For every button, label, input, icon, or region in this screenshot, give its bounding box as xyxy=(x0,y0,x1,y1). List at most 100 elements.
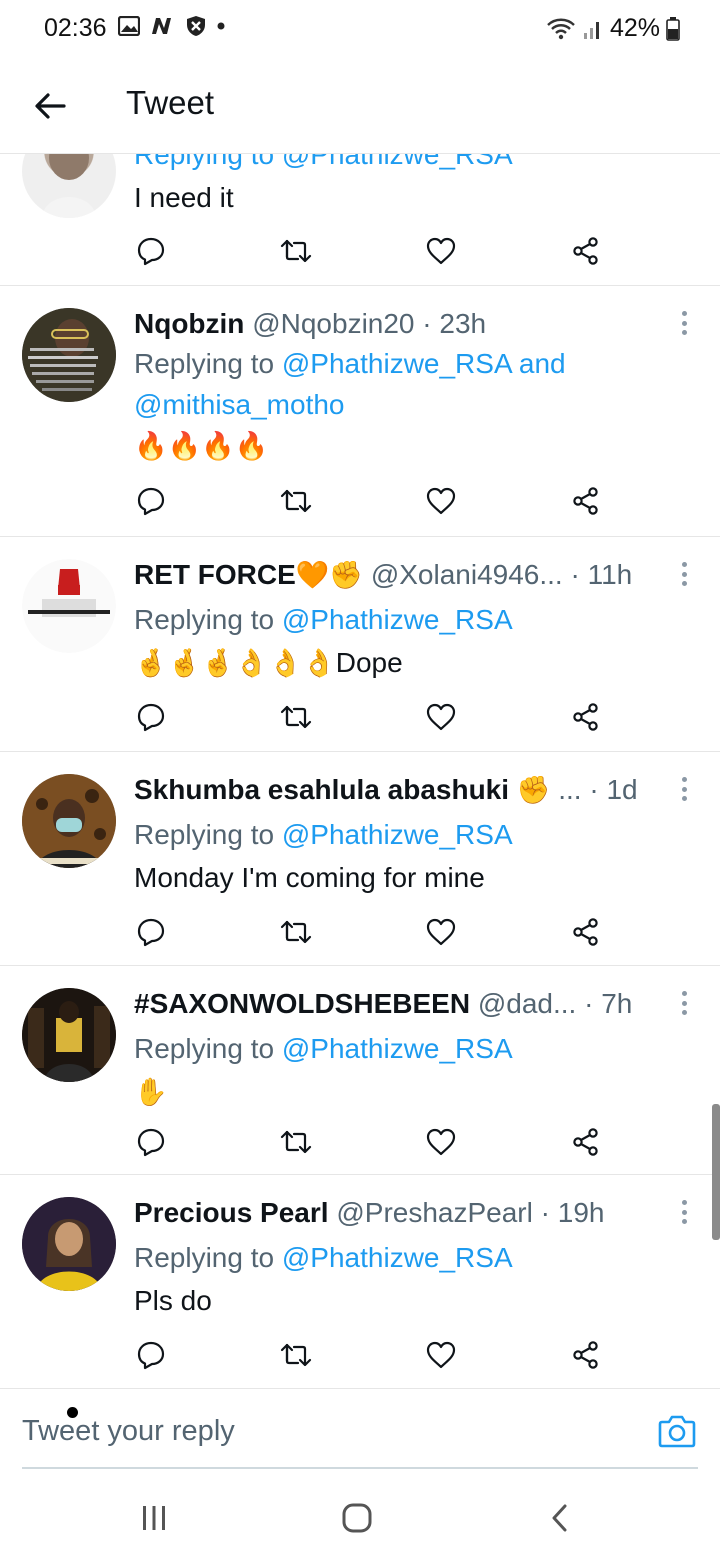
avatar[interactable] xyxy=(22,308,116,402)
raised-hand-emoji: ✋ xyxy=(134,1077,168,1107)
avatar[interactable] xyxy=(22,988,116,1082)
replying-to: Replying to @Phathizwe_RSA and @mithisa_… xyxy=(134,343,566,425)
replies-feed[interactable]: Replying to @Phathizwe_RSA I need it Nqo… xyxy=(0,154,720,1388)
avatar[interactable] xyxy=(22,1197,116,1291)
avatar[interactable] xyxy=(22,559,116,653)
reply-button[interactable] xyxy=(131,697,171,737)
reply-button[interactable] xyxy=(131,231,171,271)
reply-button[interactable] xyxy=(131,912,171,952)
shield-icon xyxy=(187,16,205,36)
tweet-item[interactable]: Precious Pearl @PreshazPearl · 19h Reply… xyxy=(0,1175,720,1388)
like-button[interactable] xyxy=(421,912,461,952)
tweet-item[interactable]: RET FORCE🧡✊ @Xolani4946... · 11h Replyin… xyxy=(0,537,720,752)
replying-to: Replying to @Phathizwe_RSA xyxy=(134,1028,513,1069)
display-name[interactable]: Nqobzin xyxy=(134,308,244,339)
share-button[interactable] xyxy=(566,231,606,271)
mention-link[interactable]: @Phathizwe_RSA xyxy=(282,604,513,635)
avatar[interactable] xyxy=(22,774,116,868)
mention-link[interactable]: @Phathizwe_RSA xyxy=(282,819,513,850)
news-icon xyxy=(152,18,171,34)
mention-link[interactable]: Replying to @Phathizwe_RSA xyxy=(134,154,513,170)
retweet-button[interactable] xyxy=(276,912,316,952)
username[interactable]: ... xyxy=(558,774,581,805)
retweet-button[interactable] xyxy=(276,481,316,521)
tweet-text: 🔥🔥🔥🔥 xyxy=(134,426,268,466)
like-button[interactable] xyxy=(421,1335,461,1375)
username[interactable]: @Nqobzin20 xyxy=(252,308,414,339)
share-button[interactable] xyxy=(566,481,606,521)
tweet-actions xyxy=(134,912,614,952)
tweet-text: I need it xyxy=(134,182,234,213)
retweet-button[interactable] xyxy=(276,697,316,737)
more-options-button[interactable] xyxy=(674,774,694,804)
more-options-button[interactable] xyxy=(674,988,694,1018)
mention-link[interactable]: @Phathizwe_RSA xyxy=(282,1242,513,1273)
display-name[interactable]: RET FORCE xyxy=(134,559,296,590)
heart-icon xyxy=(426,703,456,731)
mention-link[interactable]: @mithisa_motho xyxy=(134,389,345,420)
heart-icon xyxy=(426,1128,456,1156)
replying-to-prefix: Replying to xyxy=(134,819,282,850)
tweet-item[interactable]: #SAXONWOLDSHEBEEN @dad... · 7h Replying … xyxy=(0,966,720,1175)
reply-input[interactable] xyxy=(22,1415,582,1448)
wifi-icon xyxy=(547,18,575,39)
like-button[interactable] xyxy=(421,1122,461,1162)
tweet-item[interactable]: Skhumba esahlula abashuki ✊ ... · 1d Rep… xyxy=(0,752,720,966)
share-button[interactable] xyxy=(566,1335,606,1375)
reply-button[interactable] xyxy=(131,481,171,521)
tweet-text: 🤞🤞🤞👌👌👌Dope xyxy=(134,643,403,683)
retweet-button[interactable] xyxy=(276,231,316,271)
name-emojis: ✊ xyxy=(516,775,551,805)
reply-icon xyxy=(137,237,165,266)
body-emojis: 🤞🤞🤞👌👌👌 xyxy=(134,648,336,678)
mention-link[interactable]: @Phathizwe_RSA xyxy=(282,348,511,379)
home-icon xyxy=(342,1503,372,1533)
more-options-button[interactable] xyxy=(674,1197,694,1227)
more-options-button[interactable] xyxy=(674,308,694,338)
share-button[interactable] xyxy=(566,697,606,737)
retweet-button[interactable] xyxy=(276,1335,316,1375)
display-name[interactable]: Precious Pearl xyxy=(134,1197,329,1228)
display-name[interactable]: Skhumba esahlula abashuki xyxy=(134,774,509,805)
share-button[interactable] xyxy=(566,912,606,952)
share-button[interactable] xyxy=(566,1122,606,1162)
username[interactable]: @Xolani4946... xyxy=(371,559,563,590)
dot-icon xyxy=(217,22,225,30)
status-bar: 02:36 42% xyxy=(0,0,720,58)
heart-icon xyxy=(426,918,456,946)
tweet-item[interactable]: Replying to @Phathizwe_RSA I need it xyxy=(0,154,720,286)
home-button[interactable] xyxy=(337,1500,377,1536)
retweet-icon xyxy=(280,1130,312,1154)
replying-to-prefix: Replying to xyxy=(134,348,282,379)
reply-icon xyxy=(137,1128,165,1157)
heart-icon xyxy=(426,1341,456,1369)
battery-icon xyxy=(666,16,680,41)
tweet-actions xyxy=(134,1335,614,1375)
recent-apps-button[interactable] xyxy=(134,1500,174,1536)
mention-link[interactable]: @Phathizwe_RSA xyxy=(282,1033,513,1064)
back-button[interactable] xyxy=(28,84,72,128)
tweet-item[interactable]: Nqobzin @Nqobzin20 · 23h Replying to @Ph… xyxy=(0,286,720,537)
tweet-time: · 11h xyxy=(570,559,633,590)
avatar[interactable] xyxy=(22,154,116,218)
app-header: Tweet xyxy=(0,58,720,154)
reply-button[interactable] xyxy=(131,1122,171,1162)
like-button[interactable] xyxy=(421,231,461,271)
heart-icon xyxy=(426,487,456,515)
username[interactable]: @PreshazPearl xyxy=(336,1197,533,1228)
more-options-button[interactable] xyxy=(674,559,694,589)
tweet-header: Precious Pearl @PreshazPearl · 19h xyxy=(134,1197,664,1229)
like-button[interactable] xyxy=(421,697,461,737)
replying-to-and[interactable]: and xyxy=(511,348,566,379)
arrow-left-icon xyxy=(35,93,66,119)
retweet-icon xyxy=(280,489,312,513)
retweet-icon xyxy=(280,239,312,263)
display-name[interactable]: #SAXONWOLDSHEBEEN xyxy=(134,988,470,1019)
reply-button[interactable] xyxy=(131,1335,171,1375)
like-button[interactable] xyxy=(421,481,461,521)
retweet-button[interactable] xyxy=(276,1122,316,1162)
back-nav-button[interactable] xyxy=(540,1500,580,1536)
camera-button[interactable] xyxy=(658,1413,696,1451)
scrollbar[interactable] xyxy=(712,1104,720,1240)
username[interactable]: @dad... xyxy=(478,988,576,1019)
